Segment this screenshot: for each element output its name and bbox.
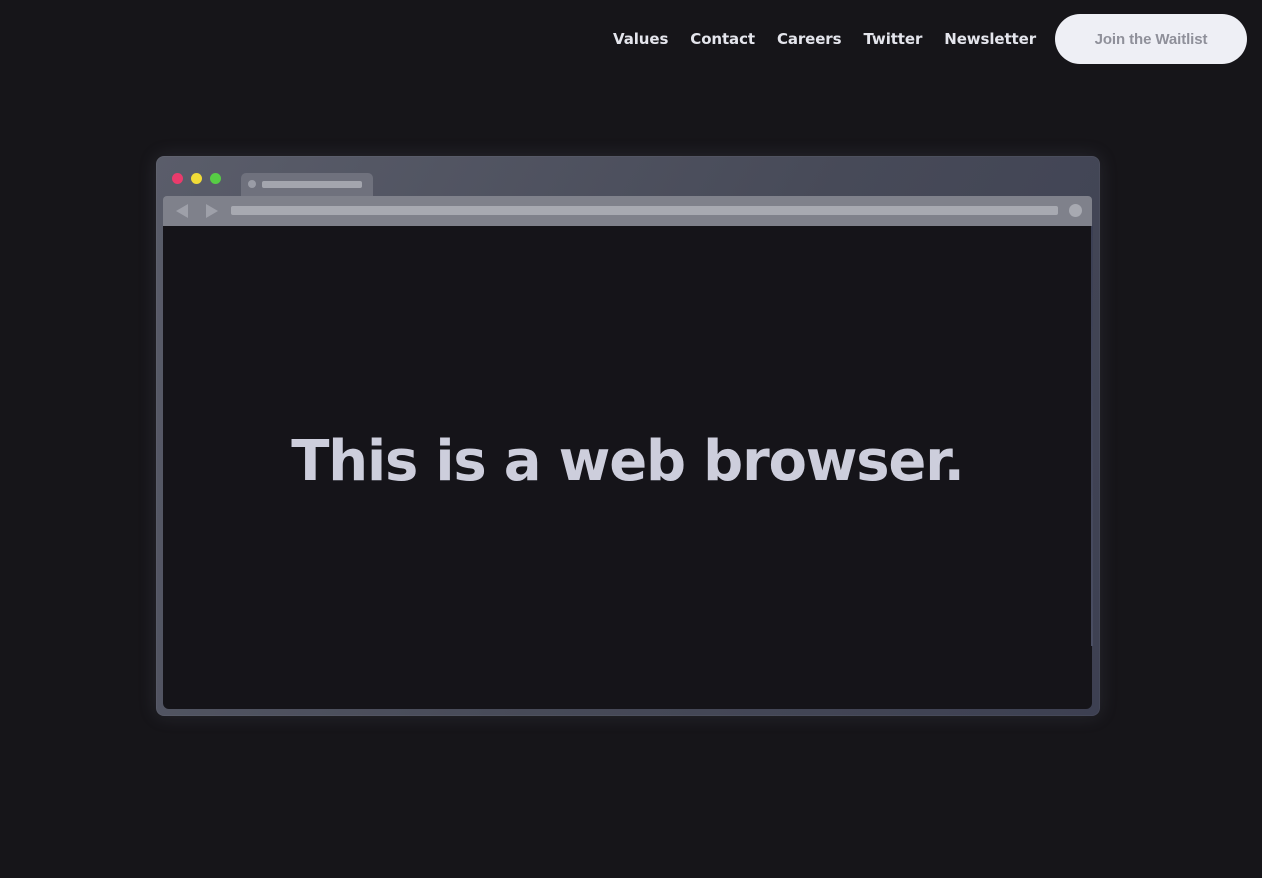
browser-toolbar	[163, 196, 1092, 226]
reload-icon	[1069, 204, 1082, 217]
address-bar-placeholder	[231, 206, 1058, 215]
top-nav: Values Contact Careers Twitter Newslette…	[613, 14, 1247, 64]
hero-headline: This is a web browser.	[291, 429, 965, 494]
browser-mockup: This is a web browser.	[156, 156, 1100, 716]
close-window-icon	[172, 173, 183, 184]
favicon-icon	[248, 180, 256, 188]
join-waitlist-button[interactable]: Join the Waitlist	[1055, 14, 1247, 64]
viewport-edge-highlight	[1091, 226, 1093, 646]
nav-link-contact[interactable]: Contact	[690, 30, 755, 48]
nav-link-twitter[interactable]: Twitter	[863, 30, 922, 48]
nav-link-values[interactable]: Values	[613, 30, 668, 48]
nav-link-careers[interactable]: Careers	[777, 30, 842, 48]
minimize-window-icon	[191, 173, 202, 184]
browser-tab	[241, 173, 373, 197]
forward-arrow-icon	[206, 204, 218, 218]
landing-page: Values Contact Careers Twitter Newslette…	[0, 0, 1262, 878]
tab-title-placeholder	[262, 181, 362, 188]
maximize-window-icon	[210, 173, 221, 184]
back-arrow-icon	[176, 204, 188, 218]
nav-link-newsletter[interactable]: Newsletter	[944, 30, 1036, 48]
browser-viewport: This is a web browser.	[163, 226, 1092, 709]
